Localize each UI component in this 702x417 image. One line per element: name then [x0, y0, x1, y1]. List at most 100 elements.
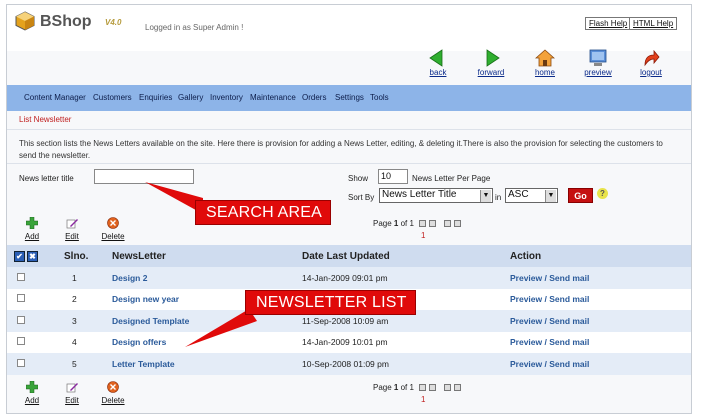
- first-page-icon[interactable]: [419, 384, 427, 392]
- send-mail-link[interactable]: Send mail: [549, 337, 589, 347]
- preview-link[interactable]: Preview: [510, 294, 542, 304]
- slno-cell: 3: [64, 310, 112, 332]
- send-mail-link[interactable]: Send mail: [549, 359, 589, 369]
- delete-label: Delete: [101, 396, 125, 405]
- menu-orders[interactable]: Orders: [302, 93, 326, 102]
- show-count-input[interactable]: 10: [378, 169, 408, 184]
- forward-label: forward: [477, 68, 505, 77]
- slno-cell: 4: [64, 331, 112, 353]
- in-label: in: [495, 193, 502, 202]
- edit-button[interactable]: Edit: [59, 217, 85, 241]
- delete-button-bottom[interactable]: Delete: [100, 381, 126, 405]
- preview-button[interactable]: preview: [581, 49, 615, 77]
- send-mail-link[interactable]: Send mail: [549, 273, 589, 283]
- action-cell: Preview / Send mail: [510, 267, 691, 289]
- menu-customers[interactable]: Customers: [93, 93, 132, 102]
- pencil-icon: [66, 219, 78, 229]
- row-checkbox[interactable]: [17, 272, 25, 281]
- help-icon[interactable]: ?: [597, 188, 608, 199]
- row-checkbox-cell: [7, 288, 64, 310]
- row-checkbox[interactable]: [17, 315, 25, 324]
- table-row: 4 Design offers 14-Jan-2009 10:01 pm Pre…: [7, 331, 691, 353]
- row-checkbox-cell: [7, 331, 64, 353]
- next-page-icon[interactable]: [443, 220, 451, 228]
- delete-label: Delete: [101, 232, 125, 241]
- preview-label: preview: [584, 68, 612, 77]
- add-button-bottom[interactable]: Add: [19, 380, 45, 405]
- next-page-icon[interactable]: [443, 384, 451, 392]
- row-checkbox-cell: [7, 310, 64, 332]
- preview-link[interactable]: Preview: [510, 273, 542, 283]
- col-action: Action: [510, 245, 691, 267]
- date-cell: 14-Jan-2009 09:01 pm: [302, 267, 510, 289]
- add-button[interactable]: Add: [19, 216, 45, 241]
- slno-cell: 1: [64, 267, 112, 289]
- first-page-icon[interactable]: [419, 220, 427, 228]
- show-label: Show: [348, 174, 369, 183]
- date-cell: 10-Sep-2008 01:09 pm: [302, 353, 510, 375]
- col-newsletter: NewsLetter: [112, 245, 302, 267]
- menu-enquiries[interactable]: Enquiries: [139, 93, 172, 102]
- nav-toolbar: back forward home preview logout: [7, 49, 691, 89]
- menu-inventory[interactable]: Inventory: [210, 93, 243, 102]
- home-button[interactable]: home: [528, 49, 562, 77]
- send-mail-link[interactable]: Send mail: [549, 294, 589, 304]
- forward-arrow-icon: [486, 49, 500, 67]
- preview-link[interactable]: Preview: [510, 359, 542, 369]
- sort-field-select[interactable]: News Letter Title ▼: [379, 188, 493, 203]
- main-menu: Content Manager Customers Enquiries Gall…: [7, 85, 691, 111]
- per-page-label: News Letter Per Page: [412, 174, 491, 183]
- slno-cell: 2: [64, 288, 112, 310]
- preview-link[interactable]: Preview: [510, 316, 542, 326]
- pager-bottom: Page 1 of 1: [373, 383, 461, 392]
- pencil-icon: [66, 383, 78, 393]
- row-checkbox[interactable]: [17, 294, 25, 303]
- pager-current: 1: [393, 383, 399, 392]
- menu-tools[interactable]: Tools: [370, 93, 389, 102]
- col-slno: Slno.: [64, 245, 112, 267]
- table-row: 5 Letter Template 10-Sep-2008 01:09 pm P…: [7, 353, 691, 375]
- prev-page-icon[interactable]: [429, 220, 437, 228]
- html-help-link[interactable]: HTML Help: [629, 17, 678, 30]
- preview-link[interactable]: Preview: [510, 337, 542, 347]
- last-page-icon[interactable]: [453, 220, 461, 228]
- delete-button[interactable]: Delete: [100, 217, 126, 241]
- last-page-icon[interactable]: [453, 384, 461, 392]
- logout-button[interactable]: logout: [634, 49, 668, 77]
- row-checkbox[interactable]: [17, 358, 25, 367]
- delete-icon: [107, 381, 119, 393]
- pager-current: 1: [393, 219, 399, 228]
- page-link[interactable]: 1: [421, 395, 425, 404]
- back-arrow-icon: [429, 49, 443, 67]
- edit-label: Edit: [65, 232, 79, 241]
- action-cell: Preview / Send mail: [510, 310, 691, 332]
- row-checkbox[interactable]: [17, 337, 25, 346]
- sort-order-select[interactable]: ASC ▼: [505, 188, 558, 203]
- forward-button[interactable]: forward: [474, 49, 508, 77]
- menu-settings[interactable]: Settings: [335, 93, 364, 102]
- send-mail-link[interactable]: Send mail: [549, 316, 589, 326]
- row-checkbox-cell: [7, 353, 64, 375]
- sort-field-value: News Letter Title: [382, 189, 457, 200]
- check-all-icon[interactable]: ✔: [14, 250, 25, 262]
- newsletter-name-link[interactable]: Design 2: [112, 267, 302, 289]
- pager-top: Page 1 of 1: [373, 219, 461, 228]
- page-link[interactable]: 1: [421, 231, 425, 240]
- flash-help-link[interactable]: Flash Help: [585, 17, 632, 30]
- back-button[interactable]: back: [421, 49, 455, 77]
- menu-gallery[interactable]: Gallery: [178, 93, 203, 102]
- menu-maintenance[interactable]: Maintenance: [250, 93, 296, 102]
- prev-page-icon[interactable]: [429, 384, 437, 392]
- menu-content-manager[interactable]: Content Manager: [24, 93, 86, 102]
- newsletter-name-link[interactable]: Letter Template: [112, 353, 302, 375]
- uncheck-all-icon[interactable]: ✖: [27, 250, 38, 262]
- table-header: ✔ ✖ Slno. NewsLetter Date Last Updated Ac…: [7, 245, 691, 267]
- edit-button-bottom[interactable]: Edit: [59, 381, 85, 405]
- table-row: 1 Design 2 14-Jan-2009 09:01 pm Preview …: [7, 267, 691, 289]
- slno-cell: 5: [64, 353, 112, 375]
- monitor-icon: [589, 49, 607, 66]
- action-cell: Preview / Send mail: [510, 353, 691, 375]
- go-button[interactable]: Go: [568, 188, 593, 203]
- pager-of: of: [400, 383, 408, 392]
- sort-order-value: ASC: [508, 189, 529, 200]
